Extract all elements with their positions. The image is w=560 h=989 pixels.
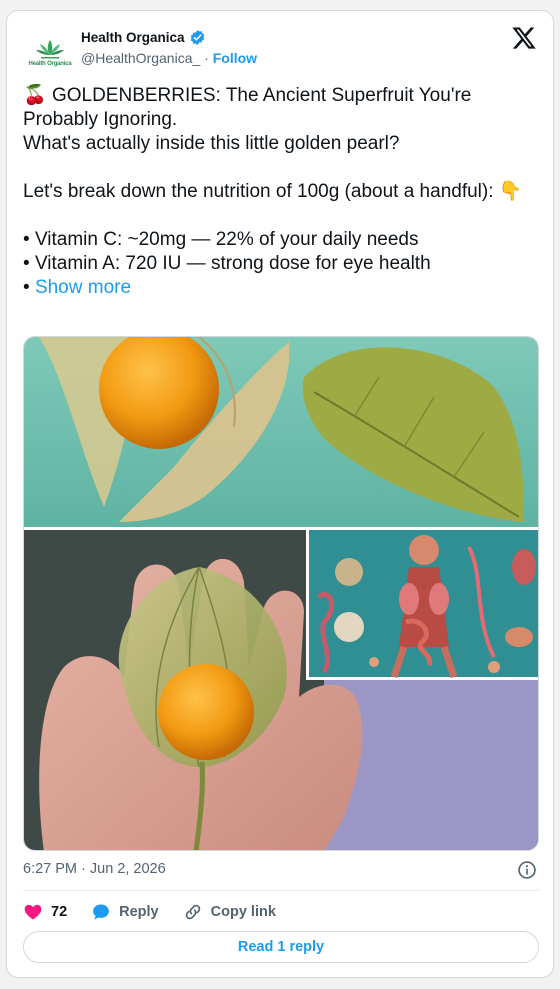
tweet-timestamp[interactable]: 6:27 PM · Jun 2, 2026 — [23, 861, 166, 877]
info-icon[interactable] — [517, 860, 537, 880]
heart-icon — [24, 904, 42, 920]
bullet-vitamin-a-text: Vitamin A: 720 IU — strong dose for eye … — [34, 253, 431, 274]
show-more-link[interactable]: Show more — [35, 277, 131, 298]
author-name-text[interactable]: Health Organica — [81, 30, 185, 45]
action-bar: 72 Reply Copy link — [23, 901, 300, 923]
read-replies-button[interactable]: Read 1 reply — [23, 931, 539, 963]
like-count: 72 — [51, 904, 68, 920]
media-collage — [24, 337, 538, 850]
separator-dot: · — [204, 50, 209, 66]
like-button[interactable]: 72 — [23, 902, 67, 922]
avatar[interactable]: Health Organica — [27, 29, 73, 75]
copy-link-button[interactable]: Copy link — [183, 902, 276, 922]
pointing-down-emoji-icon: 👇 — [498, 181, 523, 202]
cherries-emoji-icon: 🍒 — [23, 85, 47, 106]
bullet-mark: • — [23, 277, 30, 298]
avatar-text: Health Organica — [28, 60, 72, 67]
divider — [23, 890, 539, 891]
author-name[interactable]: Health Organica — [81, 29, 206, 46]
verified-badge-icon — [190, 30, 204, 45]
handle-row: @HealthOrganica_ · Follow — [81, 50, 257, 66]
bullet-show-more: • Show more — [23, 276, 543, 300]
tweet-card: Health Organica Health Organica @HealthO… — [6, 10, 554, 978]
link-icon — [185, 904, 200, 920]
reply-label: Reply — [119, 904, 159, 920]
bullet-vitamin-c: • Vitamin C: ~20mg — 22% of your daily n… — [23, 228, 543, 252]
lotus-logo-icon — [36, 39, 64, 58]
tweet-title: GOLDENBERRIES: The Ancient Superfruit Yo… — [23, 85, 477, 130]
reply-button[interactable]: Reply — [91, 902, 159, 922]
bullet-mark: • — [23, 229, 30, 250]
copy-link-label: Copy link — [210, 904, 276, 920]
author-handle[interactable]: @HealthOrganica_ — [81, 50, 200, 66]
speech-bubble-icon — [93, 904, 110, 920]
goldenberry-photo — [24, 337, 538, 527]
tweet-text: 🍒 GOLDENBERRIES: The Ancient Superfruit … — [23, 84, 543, 300]
tweet-intro-text: Let's break down the nutrition of 100g (… — [23, 181, 494, 202]
bullet-mark: • — [23, 253, 30, 274]
follow-link[interactable]: Follow — [213, 50, 257, 66]
x-logo-icon[interactable] — [511, 25, 537, 51]
tweet-intro: Let's break down the nutrition of 100g (… — [23, 180, 543, 204]
tweet-line-title: 🍒 GOLDENBERRIES: The Ancient Superfruit … — [23, 84, 543, 132]
bullet-vitamin-c-text: Vitamin C: ~20mg — 22% of your daily nee… — [34, 229, 419, 250]
tweet-question: What's actually inside this little golde… — [23, 133, 400, 154]
anatomy-illustration — [306, 530, 538, 680]
tweet-media[interactable] — [23, 336, 539, 851]
bullet-vitamin-a: • Vitamin A: 720 IU — strong dose for ey… — [23, 252, 543, 276]
